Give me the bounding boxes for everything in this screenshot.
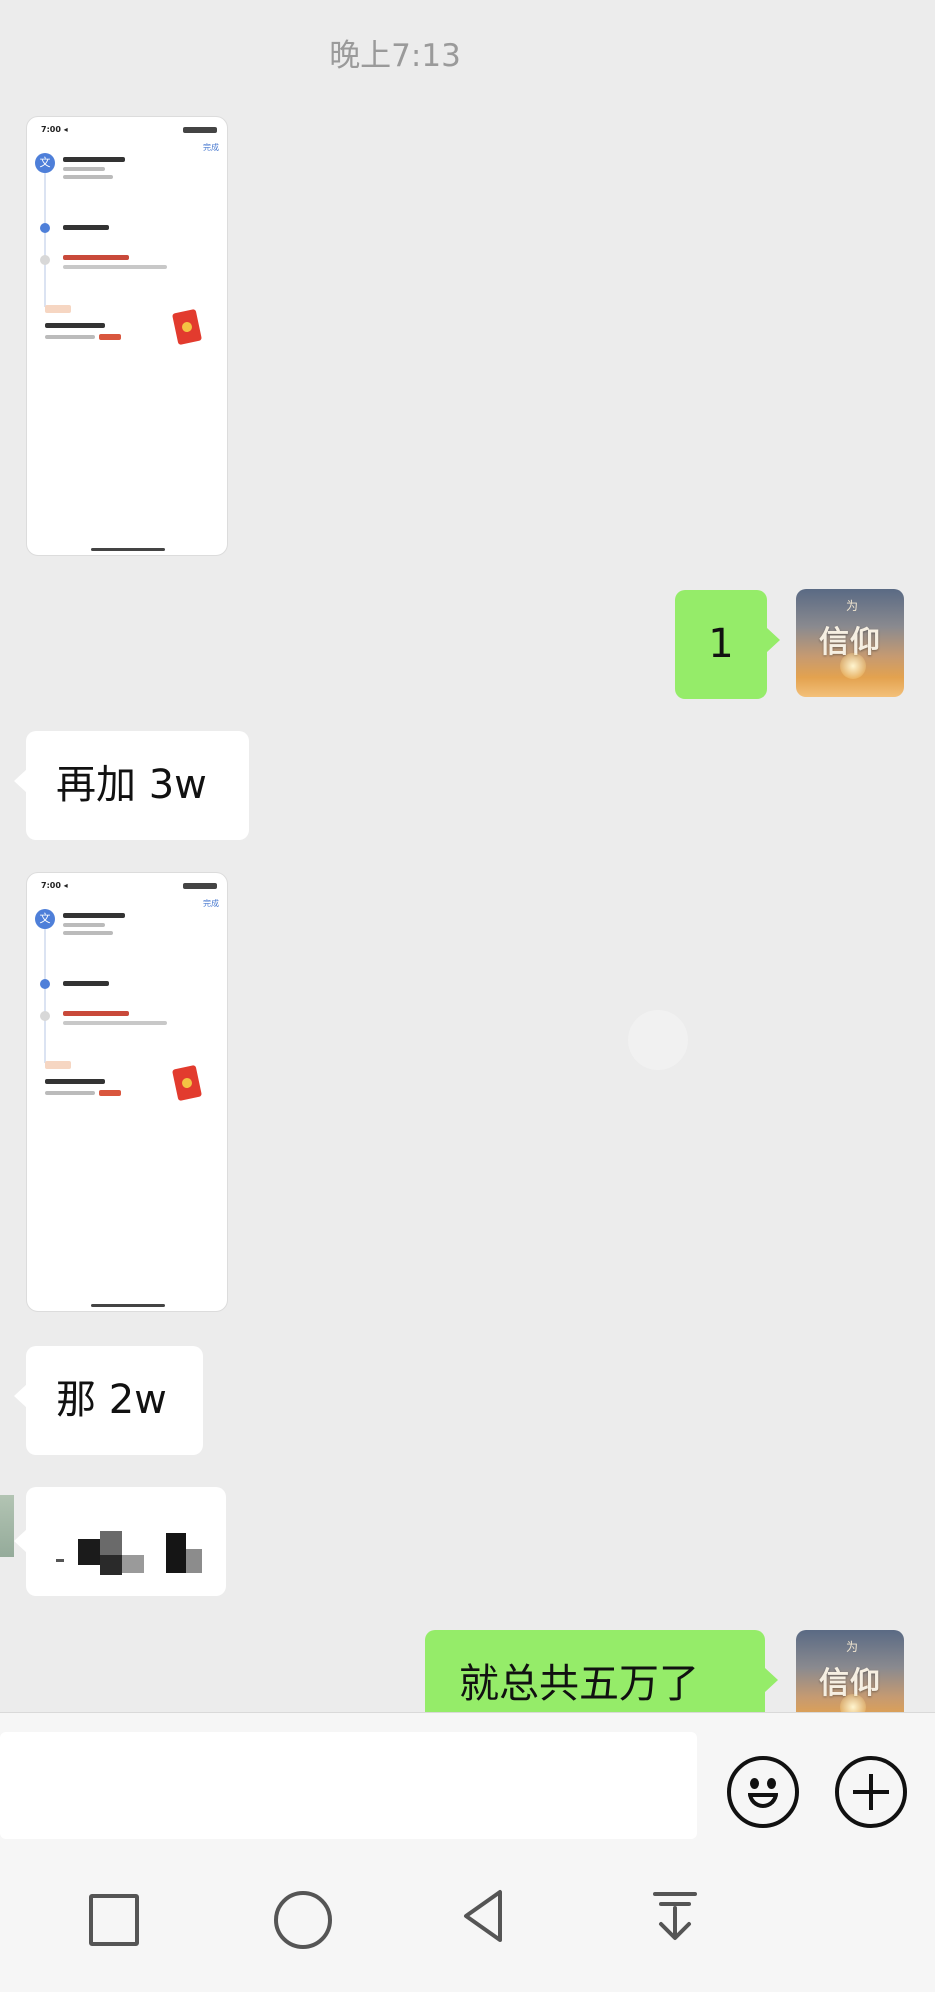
smiley-eye bbox=[767, 1778, 776, 1789]
thumb-time: 7:00 ◂ bbox=[41, 125, 68, 134]
thumb-text-line bbox=[63, 981, 109, 986]
thumb-step-icon: 文 bbox=[35, 153, 55, 173]
incoming-message-bubble[interactable]: 那 2w bbox=[14, 1346, 203, 1455]
pixel-block bbox=[78, 1539, 100, 1565]
image-message[interactable]: 7:00 ◂ 完成 文 bbox=[26, 116, 228, 556]
thumb-text-line bbox=[63, 225, 109, 230]
incoming-message-bubble[interactable]: 再加 3w bbox=[14, 731, 249, 840]
red-packet-icon bbox=[171, 308, 203, 346]
thumb-text-line bbox=[63, 265, 167, 269]
plus-circle-icon[interactable] bbox=[835, 1756, 907, 1828]
thumb-card bbox=[39, 305, 215, 361]
thumb-text-line bbox=[63, 167, 105, 171]
avatar-small-text: 为 bbox=[846, 599, 859, 613]
message-text: 1 bbox=[708, 621, 734, 667]
thumb-signal-icons bbox=[183, 883, 217, 889]
thumb-progress-line bbox=[44, 923, 46, 1063]
thumb-step-dot bbox=[40, 1011, 50, 1021]
thumb-text-line bbox=[45, 323, 105, 328]
red-packet-icon bbox=[171, 1064, 203, 1102]
thumb-home-indicator bbox=[91, 1304, 165, 1307]
thumb-text-line bbox=[63, 1011, 129, 1016]
recent-apps-icon[interactable] bbox=[79, 1884, 143, 1948]
thumb-status-bar: 7:00 ◂ bbox=[41, 125, 217, 137]
pixel-block bbox=[186, 1549, 202, 1573]
thumb-time: 7:00 ◂ bbox=[41, 881, 68, 890]
avatar-small-text: 为 bbox=[846, 1640, 859, 1654]
thumb-step-dot bbox=[40, 223, 50, 233]
thumb-text-line bbox=[63, 175, 113, 179]
chat-screen: 晚上7:13 7:00 ◂ 完成 文 1 为 信仰 再加 3w 7:00 ◂ 完… bbox=[0, 0, 935, 1992]
thumb-home-indicator bbox=[91, 548, 165, 551]
avatar-sun bbox=[840, 653, 866, 679]
home-icon[interactable] bbox=[267, 1884, 332, 1949]
blurred-edge bbox=[0, 1495, 14, 1557]
thumb-status-bar: 7:00 ◂ bbox=[41, 881, 217, 893]
message-text: 那 2w bbox=[56, 1377, 167, 1423]
thumb-signal-icons bbox=[183, 127, 217, 133]
thumb-badge bbox=[99, 1090, 121, 1096]
thumb-text-line bbox=[45, 335, 95, 339]
message-timestamp: 晚上7:13 bbox=[329, 38, 461, 74]
back-triangle bbox=[464, 1890, 502, 1942]
input-bar bbox=[0, 1712, 935, 1840]
notification-pull-icon[interactable] bbox=[643, 1884, 707, 1948]
system-nav-bar bbox=[0, 1840, 935, 1992]
pixel-block bbox=[166, 1533, 186, 1573]
thumb-text-line bbox=[45, 1091, 95, 1095]
thumb-text-line bbox=[63, 923, 105, 927]
message-text: 再加 3w bbox=[56, 762, 207, 808]
thumb-text-line bbox=[63, 913, 125, 918]
message-text: 就总共五万了 bbox=[459, 1661, 699, 1707]
thumb-tag bbox=[45, 1061, 71, 1069]
pixel-block bbox=[100, 1555, 122, 1575]
pull-down-glyph bbox=[653, 1892, 697, 1940]
faint-overlay-circle bbox=[628, 1010, 688, 1070]
thumb-progress-line bbox=[44, 167, 46, 307]
pixel-block bbox=[100, 1531, 122, 1555]
thumb-text-line bbox=[63, 1021, 167, 1025]
thumb-text-line bbox=[63, 255, 129, 260]
censored-message-bubble[interactable] bbox=[14, 1487, 226, 1596]
thumb-link-text: 完成 bbox=[203, 143, 219, 152]
plus-vertical bbox=[869, 1774, 873, 1810]
smiley-icon[interactable] bbox=[727, 1756, 799, 1828]
thumb-link-text: 完成 bbox=[203, 899, 219, 908]
thumb-tag bbox=[45, 305, 71, 313]
message-input[interactable] bbox=[0, 1732, 697, 1839]
thumb-text-line bbox=[45, 1079, 105, 1084]
smiley-mouth bbox=[748, 1793, 778, 1808]
thumb-step-dot bbox=[40, 979, 50, 989]
thumb-card bbox=[39, 1061, 215, 1117]
thumb-text-line bbox=[63, 931, 113, 935]
thumb-text-line bbox=[63, 157, 125, 162]
pixel-block bbox=[56, 1559, 64, 1562]
thumb-step-icon: 文 bbox=[35, 909, 55, 929]
image-message[interactable]: 7:00 ◂ 完成 文 bbox=[26, 872, 228, 1312]
smiley-eye bbox=[750, 1778, 759, 1789]
user-avatar[interactable]: 为 信仰 bbox=[796, 589, 904, 697]
pixel-block bbox=[122, 1555, 144, 1573]
thumb-badge bbox=[99, 334, 121, 340]
outgoing-message-bubble[interactable]: 1 bbox=[675, 590, 780, 699]
thumb-step-dot bbox=[40, 255, 50, 265]
back-icon[interactable] bbox=[456, 1884, 520, 1948]
